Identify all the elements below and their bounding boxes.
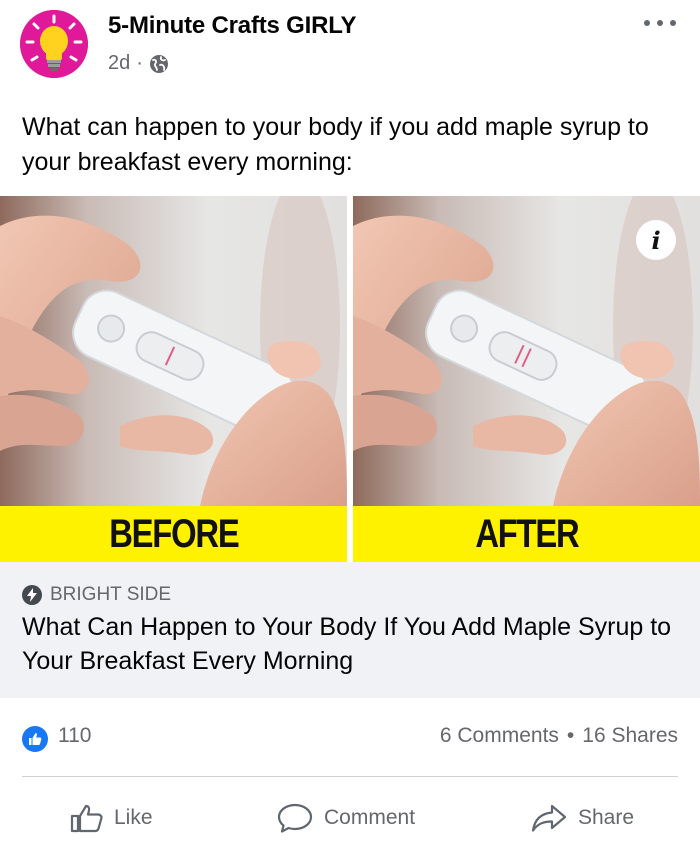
share-label: Share xyxy=(578,806,635,829)
more-dot-icon xyxy=(657,20,663,26)
more-dot-icon xyxy=(670,20,676,26)
lightning-bolt-icon xyxy=(22,585,42,605)
like-count[interactable]: 110 xyxy=(58,724,91,748)
thumbs-up-icon xyxy=(70,804,103,833)
comment-label: Comment xyxy=(324,806,416,829)
link-title[interactable]: What Can Happen to Your Body If You Add … xyxy=(22,610,672,678)
share-count[interactable]: 16 Shares xyxy=(582,724,678,748)
globe-icon xyxy=(149,54,168,73)
divider xyxy=(22,776,678,777)
share-button[interactable]: Share xyxy=(530,790,634,846)
like-button[interactable]: Like xyxy=(70,790,153,846)
post-text: What can happen to your body if you add … xyxy=(22,113,649,176)
ad-info-button[interactable]: i xyxy=(636,220,676,260)
link-preview[interactable]: BRIGHT SIDE What Can Happen to Your Body… xyxy=(0,562,700,698)
comment-count[interactable]: 6 Comments xyxy=(440,724,559,748)
post-image[interactable]: BEFORE i AFTER xyxy=(0,196,700,562)
engagement-counts: 6 Comments • 16 Shares xyxy=(440,724,678,748)
action-bar: Like Comment Share xyxy=(0,790,700,846)
more-options-button[interactable] xyxy=(642,10,678,34)
comment-button[interactable]: Comment xyxy=(276,790,415,846)
like-label: Like xyxy=(114,806,153,829)
comment-bubble-icon xyxy=(277,803,313,833)
after-panel: i AFTER xyxy=(353,196,700,562)
before-panel: BEFORE xyxy=(0,196,347,562)
link-source-name: BRIGHT SIDE xyxy=(50,584,172,605)
link-source: BRIGHT SIDE xyxy=(22,584,171,606)
more-dot-icon xyxy=(644,20,650,26)
thumbs-up-icon xyxy=(29,733,42,745)
reaction-stats: 110 6 Comments • 16 Shares xyxy=(0,712,700,762)
after-label: AFTER xyxy=(353,506,700,562)
meta-separator: · xyxy=(136,52,143,74)
like-reaction-icon[interactable] xyxy=(22,726,48,752)
post-time[interactable]: 2d xyxy=(108,52,130,75)
pregnancy-test-before-photo xyxy=(0,196,347,506)
page-avatar[interactable] xyxy=(20,10,88,78)
share-arrow-icon xyxy=(531,804,567,832)
post-meta: 2d · xyxy=(108,52,169,75)
lightbulb-icon xyxy=(20,10,88,78)
page-name[interactable]: 5-Minute Crafts GIRLY xyxy=(108,12,356,40)
before-label: BEFORE xyxy=(0,506,347,562)
stats-separator: • xyxy=(566,724,575,747)
post-header: 5-Minute Crafts GIRLY 2d · xyxy=(0,0,700,100)
